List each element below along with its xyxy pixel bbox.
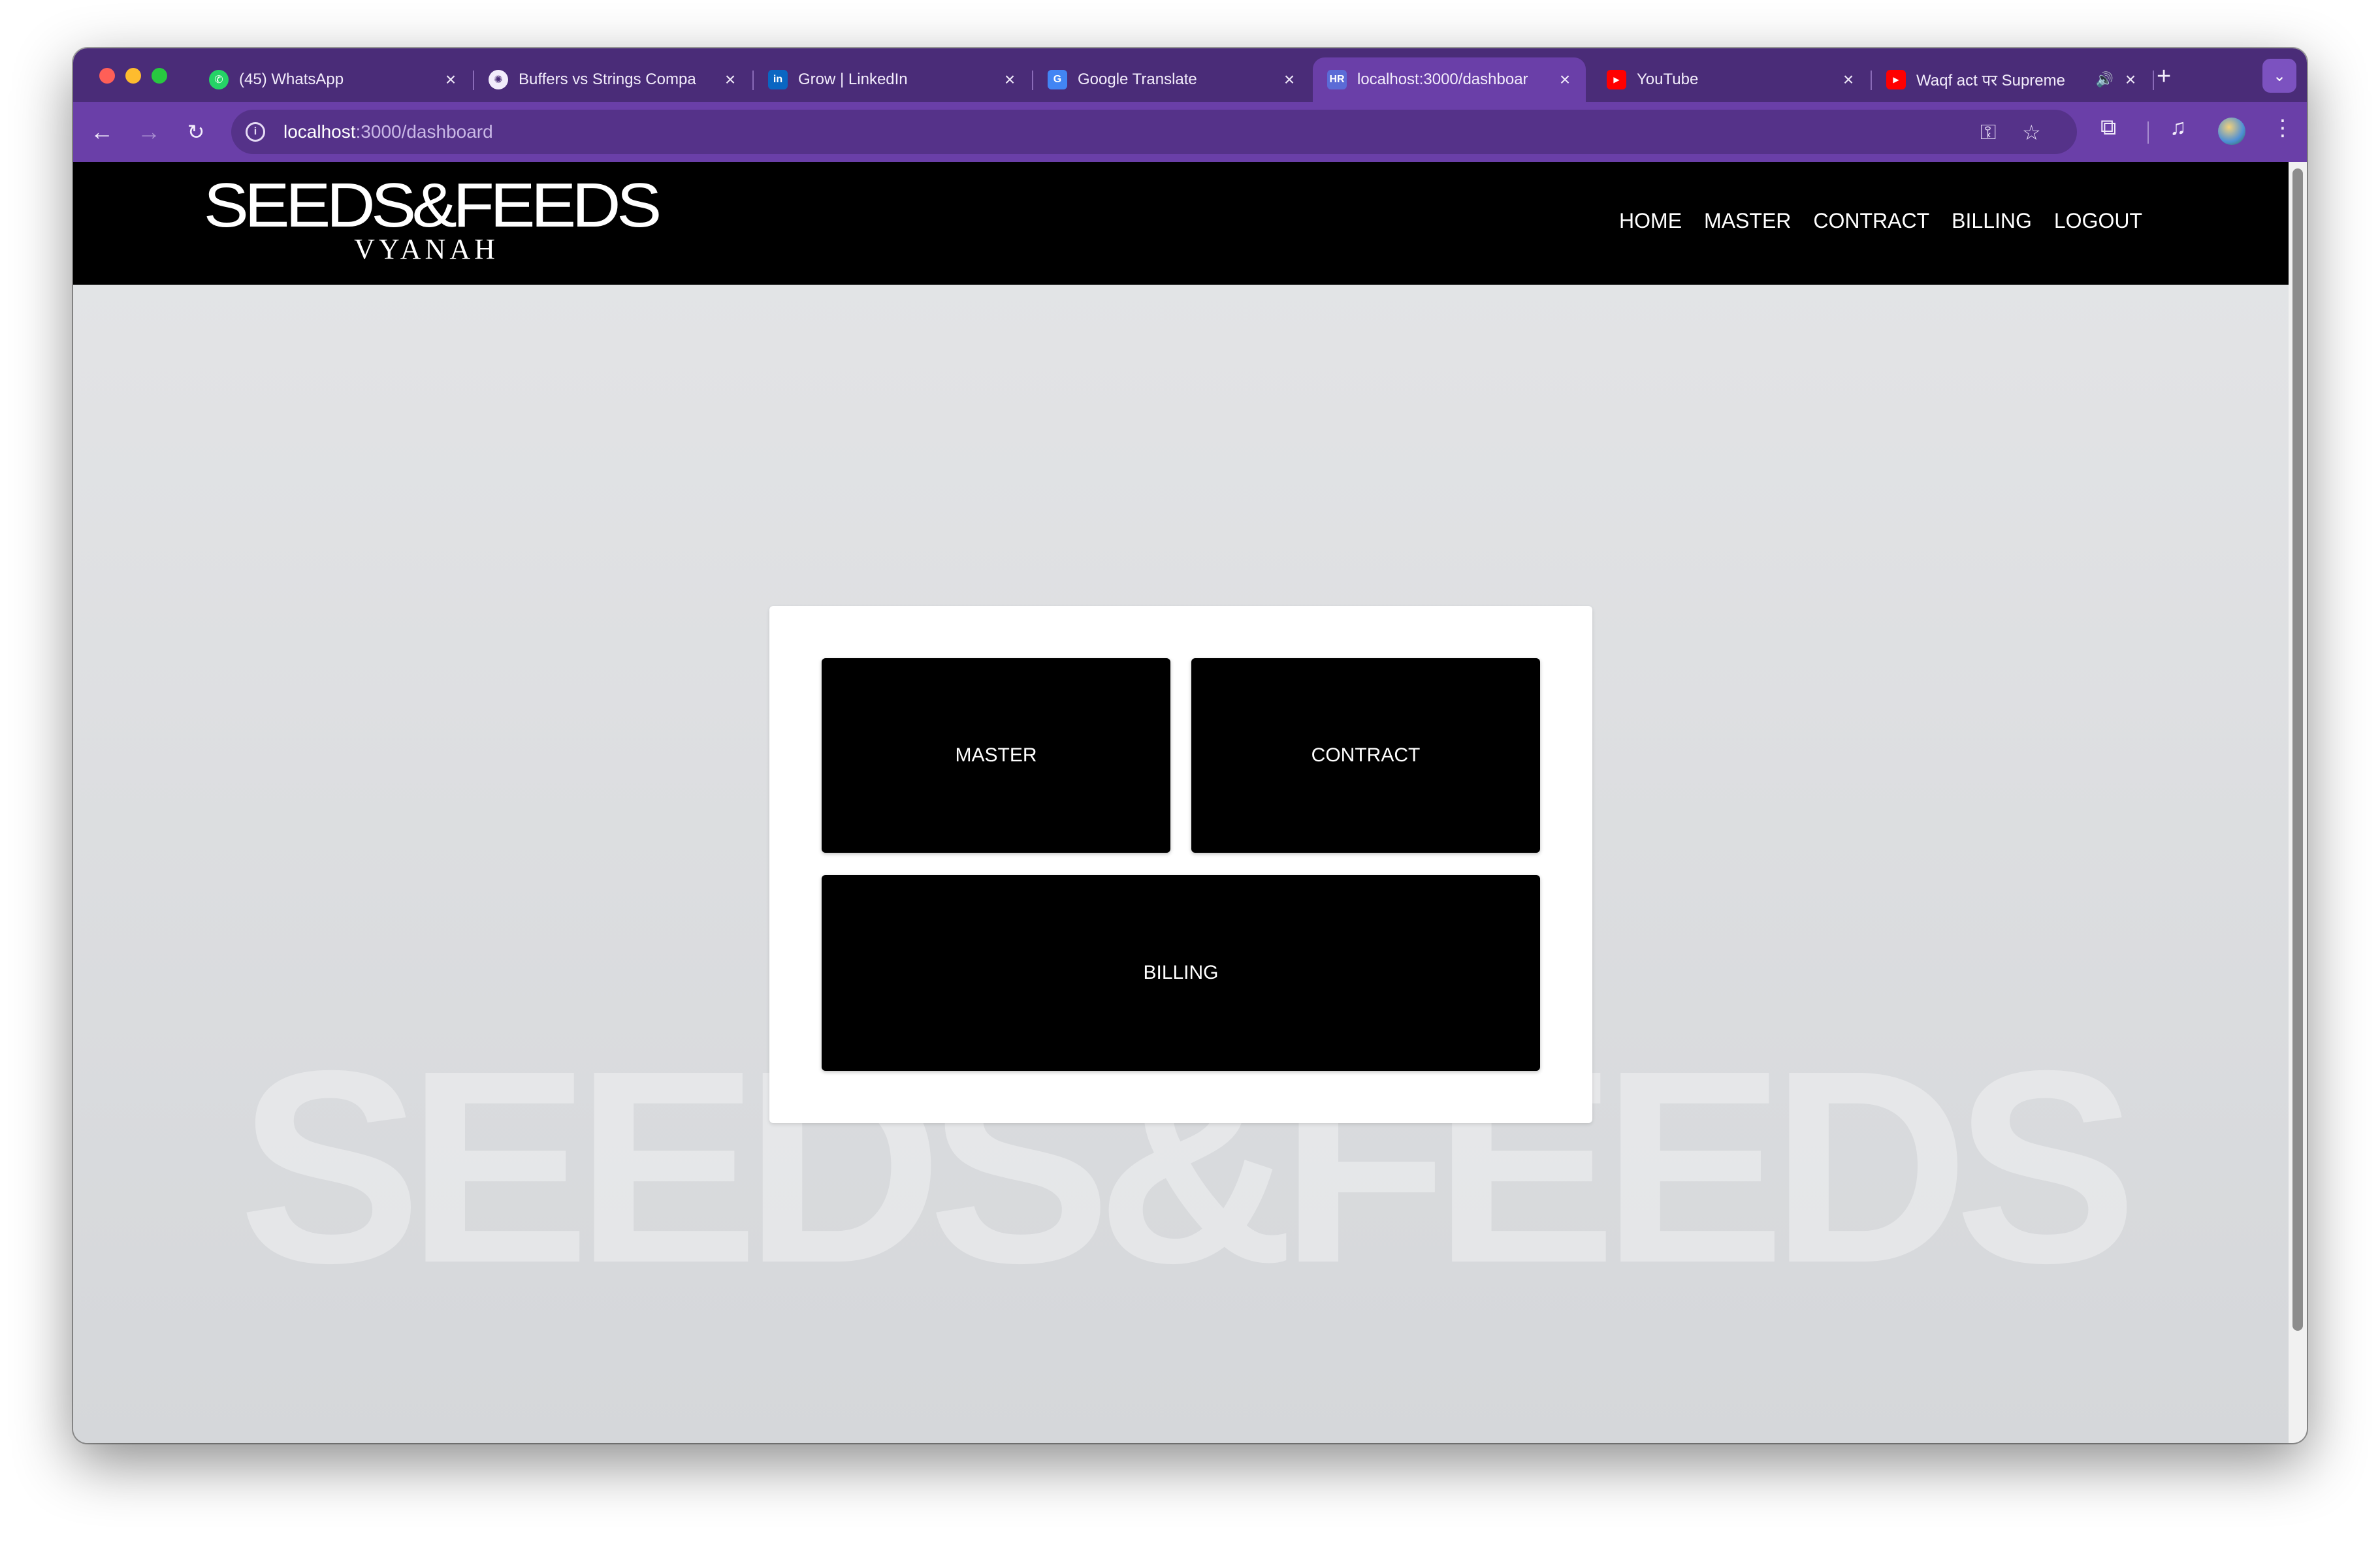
tab-title: YouTube — [1637, 71, 1699, 88]
openai-icon: ✺ — [489, 70, 508, 89]
nav-home[interactable]: HOME — [1619, 209, 1682, 233]
tab-title: Buffers vs Strings Compa — [519, 71, 696, 88]
close-icon[interactable]: × — [1552, 69, 1578, 90]
tab-linkedin[interactable]: in Grow | LinkedIn × — [754, 57, 1031, 102]
reload-button[interactable]: ↻ — [178, 114, 214, 150]
address-bar[interactable]: i localhost :3000/dashboard ⚿ ☆ — [231, 110, 2077, 154]
page-scrollbar[interactable] — [2289, 162, 2307, 1443]
close-icon[interactable]: × — [717, 69, 743, 90]
tab-search-button[interactable]: ⌄ — [2262, 59, 2296, 93]
site-header: SEEDS&FEEDS VYANAH HOME MASTER CONTRACT … — [73, 162, 2289, 285]
dashboard-card: MASTER CONTRACT BILLING — [769, 606, 1592, 1123]
tab-title: Google Translate — [1078, 71, 1197, 88]
nav-master[interactable]: MASTER — [1704, 209, 1791, 233]
url-path: :3000/dashboard — [355, 121, 493, 142]
browser-window: ✆ (45) WhatsApp × ✺ Buffers vs Strings C… — [73, 48, 2307, 1443]
media-control-icon[interactable]: ♫ — [2170, 115, 2187, 140]
close-icon[interactable]: × — [997, 69, 1023, 90]
tab-title: (45) WhatsApp — [239, 71, 344, 88]
profile-avatar[interactable] — [2218, 118, 2245, 145]
scrollbar-thumb[interactable] — [2292, 168, 2303, 1331]
browser-toolbar: ← → ↻ i localhost :3000/dashboard ⚿ ☆ ⧉ … — [73, 102, 2307, 162]
nav-contract[interactable]: CONTRACT — [1813, 209, 1929, 233]
forward-button[interactable]: → — [131, 114, 167, 150]
close-icon[interactable]: × — [1276, 69, 1302, 90]
google-translate-icon: G — [1048, 70, 1067, 89]
toolbar-separator — [2147, 121, 2149, 144]
linkedin-icon: in — [768, 70, 788, 89]
nav-billing[interactable]: BILLING — [1952, 209, 2032, 233]
tab-title: localhost:3000/dashboar — [1357, 71, 1528, 88]
back-button[interactable]: ← — [84, 114, 120, 150]
extensions-icon[interactable]: ⧉ — [2100, 115, 2116, 140]
master-tile[interactable]: MASTER — [822, 658, 1170, 853]
new-tab-button[interactable]: + — [2157, 63, 2171, 91]
close-window-button[interactable] — [99, 68, 115, 84]
url-host: localhost — [283, 121, 356, 142]
minimize-window-button[interactable] — [125, 68, 141, 84]
tab-waqf-act[interactable]: ▶ Waqf act पर Supreme 🔊 × — [1872, 57, 2151, 102]
youtube-icon: ▶ — [1607, 70, 1626, 89]
main-nav: HOME MASTER CONTRACT BILLING LOGOUT — [1597, 209, 2142, 233]
contract-tile[interactable]: CONTRACT — [1191, 658, 1540, 853]
page-viewport: SEEDS&FEEDS SEEDS&FEEDS VYANAH HOME MAST… — [73, 162, 2289, 1443]
maximize-window-button[interactable] — [152, 68, 167, 84]
tab-title: Grow | LinkedIn — [798, 71, 908, 88]
more-menu-icon[interactable]: ⋮ — [2272, 115, 2294, 141]
youtube-icon: ▶ — [1886, 70, 1906, 89]
tab-title: Waqf act पर Supreme — [1916, 71, 2065, 89]
close-icon[interactable]: × — [438, 69, 464, 90]
nav-logout[interactable]: LOGOUT — [2054, 209, 2142, 233]
tab-google-translate[interactable]: G Google Translate × — [1033, 57, 1310, 102]
tab-localhost-dashboard[interactable]: HR localhost:3000/dashboar × — [1313, 57, 1586, 102]
password-key-icon[interactable]: ⚿ — [1980, 120, 1996, 145]
speaker-icon[interactable]: 🔊 — [2096, 71, 2114, 88]
tab-youtube[interactable]: ▶ YouTube × — [1592, 57, 1869, 102]
tab-separator — [2153, 71, 2154, 90]
brand-name: SEEDS&FEEDS — [203, 170, 662, 240]
tab-whatsapp[interactable]: ✆ (45) WhatsApp × — [195, 57, 472, 102]
hr-favicon: HR — [1327, 70, 1347, 89]
close-icon[interactable]: × — [1835, 69, 1861, 90]
tab-buffers-vs-strings[interactable]: ✺ Buffers vs Strings Compa × — [474, 57, 751, 102]
site-info-icon[interactable]: i — [246, 122, 265, 142]
tab-strip: ✆ (45) WhatsApp × ✺ Buffers vs Strings C… — [73, 48, 2307, 102]
billing-tile[interactable]: BILLING — [822, 875, 1540, 1071]
whatsapp-icon: ✆ — [209, 70, 229, 89]
bookmark-star-icon[interactable]: ☆ — [2022, 120, 2041, 145]
brand-logo[interactable]: SEEDS&FEEDS VYANAH — [204, 174, 662, 265]
close-icon[interactable]: × — [2117, 69, 2144, 90]
